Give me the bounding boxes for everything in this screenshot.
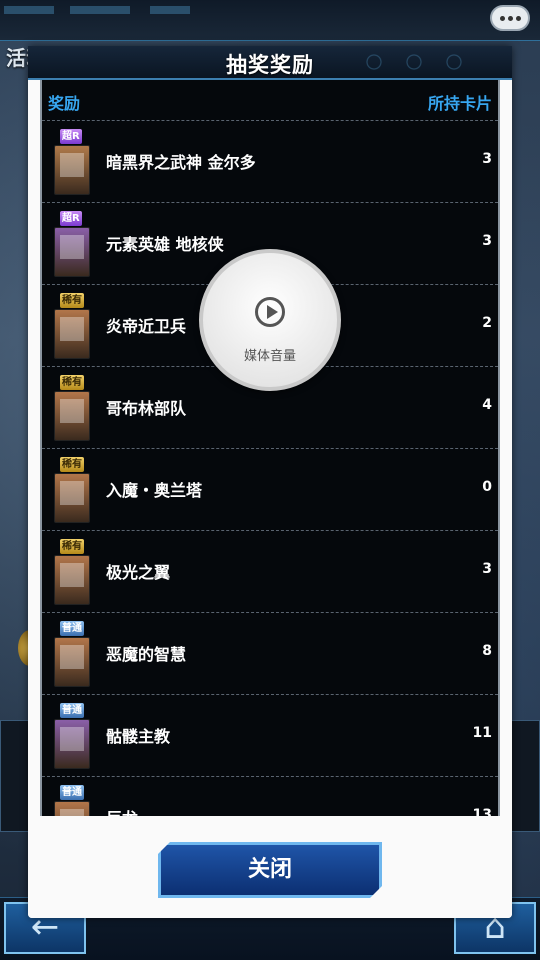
card-image [54, 637, 90, 687]
card-image [54, 801, 90, 816]
chat-bubble-icon[interactable] [490, 5, 530, 31]
card-thumbnail[interactable]: 超R [54, 211, 90, 277]
reward-list-panel[interactable]: 奖励 所持卡片 超R 暗黑界之武神 金尔多 3 超R 元素英雄 地核侠 3 稀有 炎帝近卫兵 2… [40, 80, 500, 816]
reward-list[interactable]: 超R 暗黑界之武神 金尔多 3 超R 元素英雄 地核侠 3 稀有 炎帝近卫兵 2 稀有 哥布林部队 4… [42, 120, 498, 816]
owned-count: 13 [472, 807, 492, 816]
owned-count: 8 [482, 643, 492, 659]
card-thumbnail[interactable]: 稀有 [54, 539, 90, 605]
rarity-badge: 普通 [60, 785, 84, 800]
media-volume-overlay[interactable]: 媒体音量 [199, 249, 341, 391]
card-name: 恶魔的智慧 [106, 645, 187, 664]
card-name: 骷髅主教 [106, 727, 171, 746]
column-header-owned: 所持卡片 [427, 94, 492, 113]
card-name: 暗黑界之武神 金尔多 [106, 153, 256, 172]
rarity-badge: 超R [60, 129, 82, 144]
card-name: 哥布林部队 [106, 399, 187, 418]
card-name: 元素英雄 地核侠 [106, 235, 224, 254]
card-name: 巨龙 [106, 805, 138, 816]
card-thumbnail[interactable]: 稀有 [54, 293, 90, 359]
owned-count: 2 [482, 315, 492, 331]
reward-row[interactable]: 普通恶魔的智慧 8 [42, 612, 498, 694]
card-name: 炎帝近卫兵 [106, 317, 187, 336]
rarity-badge: 稀有 [60, 293, 84, 308]
card-image [54, 719, 90, 769]
volume-label: 媒体音量 [243, 349, 296, 364]
top-status-bar [0, 0, 540, 41]
column-header-reward: 奖励 [48, 94, 81, 113]
card-image [54, 309, 90, 359]
reward-row[interactable]: 普通骷髅主教 11 [42, 694, 498, 776]
dialog-header: 抽奖奖励 [28, 46, 512, 80]
card-image [54, 391, 90, 441]
owned-count: 11 [472, 725, 492, 741]
owned-count: 3 [482, 151, 492, 167]
card-thumbnail[interactable]: 稀有 [54, 457, 90, 523]
card-thumbnail[interactable]: 普通 [54, 785, 90, 816]
card-name: 入魔・奥兰塔 [106, 481, 203, 500]
rarity-badge: 稀有 [60, 539, 84, 554]
card-name: 极光之翼 [106, 563, 171, 582]
side-panel-right [508, 720, 540, 832]
rarity-badge: 普通 [60, 703, 84, 718]
owned-count: 4 [482, 397, 492, 413]
rarity-badge: 普通 [60, 621, 84, 636]
reward-row[interactable]: 超R 暗黑界之武神 金尔多 3 [42, 120, 498, 202]
card-image [54, 227, 90, 277]
dialog-footer: 关闭 [28, 816, 512, 918]
reward-row[interactable]: 稀有极光之翼 3 [42, 530, 498, 612]
owned-count: 3 [482, 561, 492, 577]
card-thumbnail[interactable]: 稀有 [54, 375, 90, 441]
dialog-title: 抽奖奖励 [226, 53, 314, 77]
card-thumbnail[interactable]: 普通 [54, 621, 90, 687]
card-image [54, 145, 90, 195]
close-button[interactable]: 关闭 [158, 842, 382, 898]
reward-row[interactable]: 稀有入魔・奥兰塔 0 [42, 448, 498, 530]
card-thumbnail[interactable]: 普通 [54, 703, 90, 769]
rarity-badge: 超R [60, 211, 82, 226]
owned-count: 0 [482, 479, 492, 495]
reward-dialog: 抽奖奖励 奖励 所持卡片 超R 暗黑界之武神 金尔多 3 超R 元素英雄 地核侠 3 稀有炎… [28, 46, 512, 918]
rarity-badge: 稀有 [60, 375, 84, 390]
card-image [54, 555, 90, 605]
reward-row[interactable]: 普通巨龙 13 [42, 776, 498, 816]
owned-count: 3 [482, 233, 492, 249]
rarity-badge: 稀有 [60, 457, 84, 472]
card-image [54, 473, 90, 523]
card-thumbnail[interactable]: 超R [54, 129, 90, 195]
play-circle-icon [255, 297, 285, 327]
